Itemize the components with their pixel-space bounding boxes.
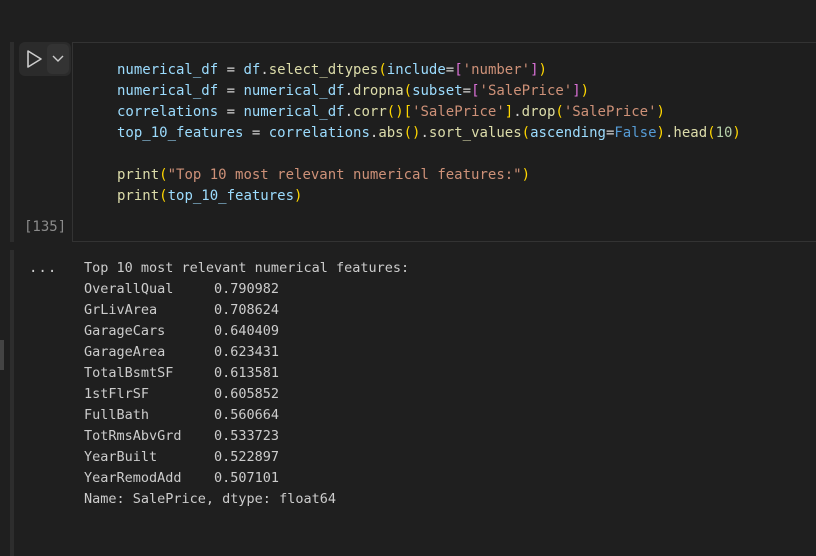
- code-token: drop: [521, 104, 556, 120]
- output-line: GrLivArea 0.708624: [84, 302, 280, 318]
- output-focus-bar: [10, 250, 14, 556]
- code-token: =: [218, 62, 244, 78]
- code-token: subset: [412, 83, 463, 99]
- code-token: top_10_features: [117, 125, 244, 141]
- code-token: numerical_df: [117, 83, 219, 99]
- code-token: print: [117, 167, 160, 183]
- code-token: =: [218, 83, 244, 99]
- output-line: 1stFlrSF 0.605852: [84, 386, 280, 402]
- cell-output: Top 10 most relevant numerical features:…: [84, 258, 409, 510]
- code-line: top_10_features = correlations.abs().sor…: [117, 123, 741, 144]
- code-token: 'number': [462, 62, 531, 78]
- code-token: (: [555, 104, 564, 120]
- chevron-down-icon: [52, 55, 64, 62]
- output-line: Top 10 most relevant numerical features:: [84, 260, 410, 276]
- code-token: abs: [378, 125, 404, 141]
- code-token: ]: [504, 104, 514, 120]
- code-token: select_dtypes: [268, 62, 379, 78]
- code-token: .: [513, 104, 522, 120]
- output-more-actions-button[interactable]: ...: [29, 260, 57, 276]
- scrollbar[interactable]: [0, 340, 4, 370]
- code-token: ): [521, 167, 531, 183]
- code-line: numerical_df = df.select_dtypes(include=…: [117, 60, 741, 81]
- code-token: ascending: [530, 125, 606, 141]
- code-token: (): [386, 104, 404, 120]
- code-token: =: [462, 83, 472, 99]
- code-token: ): [294, 188, 303, 204]
- code-token: (: [707, 125, 716, 141]
- code-token: .: [344, 104, 354, 120]
- code-token: ]: [572, 83, 581, 99]
- output-line: Name: SalePrice, dtype: float64: [84, 491, 336, 507]
- code-token: corr: [353, 104, 387, 120]
- code-line: correlations = numerical_df.corr()['Sale…: [117, 102, 741, 123]
- output-line: TotalBsmtSF 0.613581: [84, 365, 280, 381]
- code-token: (: [378, 62, 387, 78]
- code-token: 'SalePrice': [412, 104, 505, 120]
- code-token: .: [260, 62, 269, 78]
- code-token: ]: [530, 62, 539, 78]
- code-token: (: [159, 188, 168, 204]
- code-token: correlations: [117, 104, 219, 120]
- code-token: 'SalePrice': [479, 83, 573, 99]
- output-line: YearBuilt 0.522897: [84, 449, 280, 465]
- code-token: 10: [715, 125, 733, 141]
- code-token: [: [454, 62, 463, 78]
- code-line: print(top_10_features): [117, 186, 741, 207]
- code-token: ): [656, 104, 665, 120]
- code-token: head: [673, 125, 708, 141]
- execution-count: [135]: [24, 219, 67, 235]
- play-icon: [27, 50, 42, 68]
- code-token: "Top 10 most relevant numerical features…: [167, 167, 522, 183]
- code-token: ): [732, 125, 741, 141]
- code-token: numerical_df: [243, 104, 345, 120]
- code-token: [: [403, 104, 413, 120]
- code-line: print("Top 10 most relevant numerical fe…: [117, 165, 741, 186]
- code-token: =: [445, 62, 455, 78]
- code-token: ): [656, 125, 665, 141]
- run-cell-button[interactable]: [19, 42, 49, 76]
- code-token: .: [420, 125, 429, 141]
- code-token: (: [159, 167, 168, 183]
- run-controls: [19, 42, 71, 76]
- code-token: .: [344, 83, 354, 99]
- run-options-dropdown[interactable]: [47, 44, 69, 74]
- code-token: numerical_df: [117, 62, 219, 78]
- code-token: print: [117, 188, 160, 204]
- code-content[interactable]: numerical_df = df.select_dtypes(include=…: [117, 60, 741, 207]
- output-line: GarageArea 0.623431: [84, 344, 280, 360]
- output-line: GarageCars 0.640409: [84, 323, 280, 339]
- code-token: include: [386, 62, 446, 78]
- code-token: (: [403, 83, 413, 99]
- output-line: FullBath 0.560664: [84, 407, 280, 423]
- code-cell-editor[interactable]: numerical_df = df.select_dtypes(include=…: [72, 42, 816, 242]
- code-token: ): [580, 83, 590, 99]
- output-line: YearRemodAdd 0.507101: [84, 470, 280, 486]
- code-token: (: [521, 125, 531, 141]
- code-token: =: [218, 104, 244, 120]
- code-token: (): [403, 125, 421, 141]
- output-line: TotRmsAbvGrd 0.533723: [84, 428, 280, 444]
- cell-focus-bar: [10, 42, 14, 242]
- code-token: [: [471, 83, 480, 99]
- code-token: =: [243, 125, 269, 141]
- code-line: numerical_df = numerical_df.dropna(subse…: [117, 81, 741, 102]
- code-token: correlations: [268, 125, 370, 141]
- code-token: ): [538, 62, 547, 78]
- code-token: False: [614, 125, 657, 141]
- output-line: OverallQual 0.790982: [84, 281, 280, 297]
- code-token: 'SalePrice': [563, 104, 657, 120]
- code-token: dropna: [353, 83, 404, 99]
- code-token: numerical_df: [243, 83, 345, 99]
- code-token: df: [243, 62, 261, 78]
- code-token: top_10_features: [167, 188, 295, 204]
- code-token: sort_values: [428, 125, 522, 141]
